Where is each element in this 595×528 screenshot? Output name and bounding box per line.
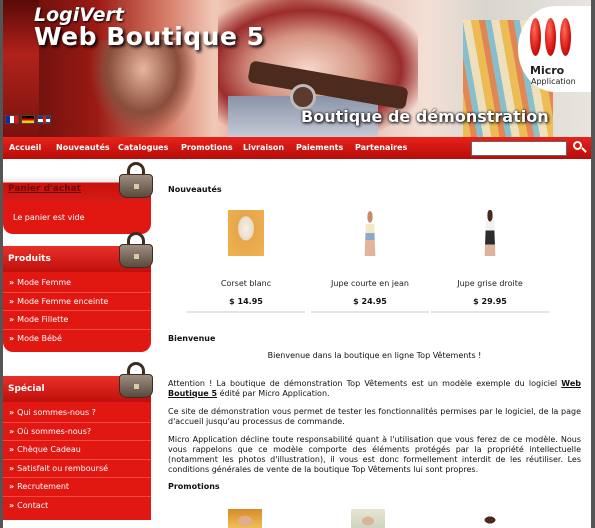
- sidebar-item-mode-femme-enceinte[interactable]: » Mode Femme enceinte: [3, 293, 151, 312]
- de-flag-icon[interactable]: [21, 115, 35, 124]
- sidebar-item-contact[interactable]: » Contact: [3, 497, 151, 516]
- cart-body: Le panier est vide: [3, 202, 151, 234]
- sidebar-item-satisfait[interactable]: » Satisfait ou remboursé: [3, 460, 151, 479]
- promo-product-image[interactable]: [473, 509, 507, 528]
- handbag-icon: [119, 362, 153, 400]
- banner-tagline: Boutique de démonstration: [301, 107, 549, 126]
- product-image[interactable]: [484, 210, 496, 256]
- nav-nouveautes[interactable]: Nouveautés: [56, 143, 110, 152]
- product-price: $ 29.95: [473, 297, 507, 306]
- nav-promotions[interactable]: Promotions: [181, 143, 233, 152]
- product-image[interactable]: [364, 210, 376, 256]
- sidebar-item-mode-bebe[interactable]: » Mode Bébé: [3, 330, 151, 349]
- products-list: » Mode Femme » Mode Femme enceinte » Mode F…: [3, 272, 151, 353]
- special-header: Spécial: [3, 362, 153, 402]
- special-list: » Qui sommes-nous ? » Où sommes-nous? » Chè…: [3, 402, 151, 520]
- nav-livraison[interactable]: Livraison: [243, 143, 284, 152]
- sidebar-item-mode-fillette[interactable]: » Mode Fillette: [3, 311, 151, 330]
- handbag-icon: [119, 162, 153, 200]
- cart-empty-text: Le panier est vide: [13, 213, 85, 222]
- product-image[interactable]: [228, 210, 264, 256]
- nav-accueil[interactable]: Accueil: [9, 143, 41, 152]
- uk-flag-icon[interactable]: [37, 115, 51, 124]
- brand-name: Micro: [530, 64, 565, 77]
- disclaimer-paragraph: Micro Application décline toute responsa…: [168, 435, 581, 474]
- product-card[interactable]: Jupe courte en jean $ 24.95: [311, 210, 429, 313]
- nav-paiements[interactable]: Paiements: [296, 143, 343, 152]
- nav-partenaires[interactable]: Partenaires: [355, 143, 407, 152]
- language-switcher: [5, 115, 51, 124]
- intro-paragraph: Attention ! La boutique de démonstration…: [168, 379, 581, 398]
- new-products-title: Nouveautés: [168, 185, 222, 194]
- product-divider: [431, 311, 549, 313]
- cart-header: Panier d'achat: [3, 162, 153, 202]
- header-banner: LogiVert Web Boutique 5 Boutique de démo…: [3, 0, 591, 137]
- logo-drops-icon: [530, 18, 571, 56]
- products-header: Produits: [3, 232, 153, 272]
- special-box: Spécial » Qui sommes-nous ? » Où sommes-no…: [3, 362, 153, 520]
- sidebar-item-recrutement[interactable]: » Recrutement: [3, 478, 151, 497]
- search-input[interactable]: [471, 141, 567, 156]
- handbag-icon: [119, 232, 153, 270]
- product-price: $ 24.95: [353, 297, 387, 306]
- cart-title[interactable]: Panier d'achat: [8, 184, 81, 194]
- sidebar-item-cheque-cadeau[interactable]: » Chèque Cadeau: [3, 441, 151, 460]
- cart-box: Panier d'achat Le panier est vide: [3, 162, 153, 234]
- product-card[interactable]: Corset blanc $ 14.95: [187, 210, 305, 313]
- search-icon[interactable]: [570, 139, 588, 157]
- product-name[interactable]: Jupe grise droite: [431, 279, 549, 288]
- demo-paragraph: Ce site de démonstration vous permet de …: [168, 407, 581, 426]
- nav-catalogues[interactable]: Catalogues: [118, 143, 168, 152]
- product-price: $ 14.95: [229, 297, 263, 306]
- product-name[interactable]: Jupe courte en jean: [311, 279, 429, 288]
- promo-product-image[interactable]: [228, 509, 262, 528]
- welcome-text: Bienvenue dans la boutique en ligne Top …: [267, 351, 482, 360]
- banner-woman-image: [88, 40, 198, 137]
- browser-page: LogiVert Web Boutique 5 Boutique de démo…: [0, 0, 595, 528]
- fr-flag-icon[interactable]: [5, 115, 19, 124]
- sidebar-item-ou-sommes-nous[interactable]: » Où sommes-nous?: [3, 423, 151, 442]
- brand-subname: Application: [531, 77, 576, 86]
- product-divider: [187, 311, 305, 313]
- promo-product-image[interactable]: [351, 509, 385, 528]
- products-title: Produits: [8, 254, 51, 264]
- promotions-title: Promotions: [168, 482, 220, 491]
- sidebar-item-mode-femme[interactable]: » Mode Femme: [3, 274, 151, 293]
- product-name[interactable]: Corset blanc: [187, 279, 305, 288]
- product-card[interactable]: Jupe grise droite $ 29.95: [431, 210, 549, 313]
- products-box: Produits » Mode Femme » Mode Femme enceint…: [3, 232, 153, 353]
- product-divider: [311, 311, 429, 313]
- sidebar-item-qui-sommes-nous[interactable]: » Qui sommes-nous ?: [3, 404, 151, 423]
- logo-title[interactable]: Web Boutique 5: [34, 22, 265, 51]
- welcome-title: Bienvenue: [168, 334, 216, 343]
- special-title: Spécial: [8, 384, 45, 394]
- micro-application-logo[interactable]: Micro Application: [518, 6, 591, 92]
